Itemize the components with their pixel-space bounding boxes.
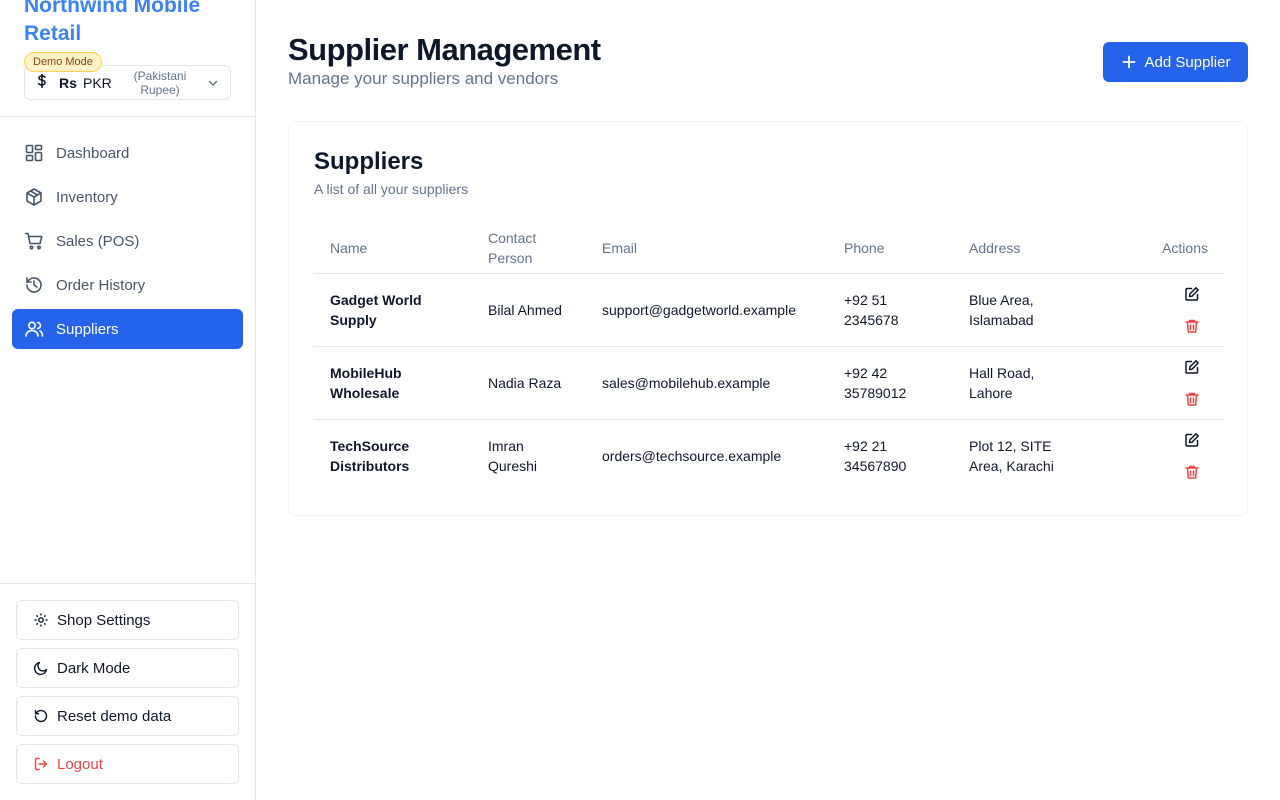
supplier-address: Hall Road, Lahore [953, 346, 1093, 420]
row-actions [1093, 346, 1224, 420]
page-subtitle: Manage your suppliers and vendors [288, 69, 559, 88]
supplier-name: Gadget World Supply [314, 273, 472, 347]
supplier-contact: Bilal Ahmed [472, 273, 586, 347]
add-supplier-button[interactable]: Add Supplier [1103, 42, 1248, 82]
supplier-email: orders@techsource.example [602, 447, 782, 464]
history-icon [26, 277, 42, 293]
table-row: Gadget World Supply Bilal Ahmed support@… [314, 273, 1224, 347]
sidebar-item-order-history[interactable]: Order History [12, 265, 243, 305]
sidebar-item-label: Order History [56, 276, 146, 294]
column-header-contact: Contact Person [472, 223, 586, 274]
reset-icon [34, 709, 48, 723]
suppliers-card: Suppliers A list of all your suppliers N… [288, 121, 1248, 516]
supplier-phone: +92 51 2345678 [828, 273, 953, 347]
suppliers-table: Name Contact Person Email Phone Address … [314, 223, 1224, 492]
table-row: MobileHub Wholesale Nadia Raza sales@mob… [314, 346, 1224, 420]
dollar-icon [37, 73, 59, 91]
sidebar: Northwind Mobile Retail Demo Mode Rs PKR… [0, 0, 256, 800]
sidebar-item-label: Suppliers [56, 320, 119, 338]
supplier-name: MobileHub Wholesale [314, 346, 472, 420]
table-header-row: Name Contact Person Email Phone Address … [314, 223, 1224, 274]
card-title: Suppliers [314, 148, 424, 175]
table-row: TechSource Distributors Imran Qureshi or… [314, 419, 1224, 492]
add-supplier-label: Add Supplier [1144, 53, 1231, 71]
edit-icon [1185, 359, 1199, 374]
trash-icon [1185, 319, 1199, 333]
delete-button[interactable] [1176, 310, 1208, 342]
logout-icon [34, 757, 48, 771]
dashboard-icon [25, 144, 43, 162]
page-title: Supplier Management [288, 32, 601, 67]
sidebar-divider [0, 116, 255, 117]
sidebar-item-label: Sales (POS) [56, 232, 140, 250]
column-header-phone: Phone [828, 223, 953, 274]
supplier-email: support@gadgetworld.example [586, 273, 828, 347]
sidebar-actions: Shop Settings Dark Mode Reset demo data … [16, 600, 239, 792]
logout-label: Logout [57, 755, 103, 773]
cart-icon [24, 232, 43, 250]
delete-button[interactable] [1176, 383, 1208, 415]
supplier-phone: +92 42 35789012 [828, 346, 953, 420]
logout-button[interactable]: Logout [16, 744, 239, 784]
chevron-down-icon [206, 76, 220, 90]
sidebar-item-label: Dashboard [56, 144, 130, 162]
users-icon [25, 321, 44, 337]
dark-mode-button[interactable]: Dark Mode [16, 648, 239, 688]
trash-icon [1185, 465, 1199, 479]
supplier-email: sales@mobilehub.example [586, 346, 828, 420]
package-icon [26, 188, 42, 206]
card-subtitle: A list of all your suppliers [314, 181, 469, 197]
edit-icon [1185, 432, 1199, 447]
moon-icon [33, 661, 48, 676]
edit-button[interactable] [1176, 351, 1208, 383]
delete-button[interactable] [1176, 456, 1208, 488]
sidebar-item-label: Inventory [56, 188, 118, 206]
sidebar-item-inventory[interactable]: Inventory [12, 177, 243, 217]
column-header-address: Address [953, 223, 1093, 274]
column-header-name: Name [314, 223, 472, 274]
trash-icon [1185, 392, 1199, 406]
supplier-contact: Imran Qureshi [488, 437, 538, 474]
row-actions [1093, 273, 1224, 347]
edit-button[interactable] [1176, 278, 1208, 310]
supplier-address: Plot 12, SITE Area, Karachi [969, 437, 1054, 474]
column-header-actions: Actions [1093, 223, 1224, 274]
sidebar-bottom-divider [0, 583, 255, 584]
edit-button[interactable] [1176, 424, 1208, 456]
currency-code: PKR [83, 74, 112, 91]
reset-demo-label: Reset demo data [57, 707, 172, 725]
sidebar-item-dashboard[interactable]: Dashboard [12, 133, 243, 173]
edit-icon [1185, 286, 1199, 301]
column-header-email: Email [586, 223, 828, 274]
supplier-address: Blue Area, Islamabad [953, 273, 1093, 347]
dark-mode-label: Dark Mode [57, 659, 131, 677]
main-content: Supplier Management Manage your supplier… [256, 0, 1280, 800]
sidebar-nav: Dashboard Inventory Sales (POS) Order Hi… [12, 133, 243, 353]
plus-icon [1122, 55, 1135, 69]
brand-title: Northwind Mobile Retail [24, 0, 201, 45]
row-actions [1093, 419, 1224, 492]
shop-settings-label: Shop Settings [57, 611, 151, 629]
demo-mode-badge: Demo Mode [24, 52, 102, 72]
sidebar-item-sales[interactable]: Sales (POS) [12, 221, 243, 261]
shop-settings-button[interactable]: Shop Settings [16, 600, 239, 640]
gear-icon [34, 613, 48, 627]
currency-symbol: Rs [59, 74, 77, 91]
supplier-phone: +92 21 34567890 [844, 437, 907, 474]
supplier-contact: Nadia Raza [472, 346, 586, 420]
supplier-name: TechSource Distributors [330, 437, 410, 474]
currency-name: (Pakistani Rupee) [133, 68, 187, 97]
reset-demo-button[interactable]: Reset demo data [16, 696, 239, 736]
sidebar-item-suppliers[interactable]: Suppliers [12, 309, 243, 349]
